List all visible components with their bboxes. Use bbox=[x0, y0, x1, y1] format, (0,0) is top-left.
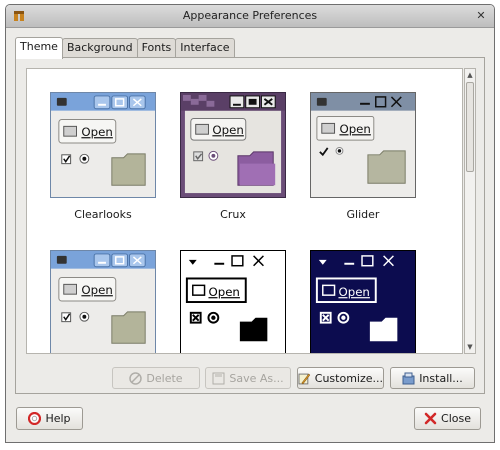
scroll-down-icon[interactable]: ▼ bbox=[465, 341, 475, 353]
tab-interface[interactable]: Interface bbox=[175, 38, 235, 58]
appearance-preferences-window: Appearance Preferences ✕ Theme Backgroun… bbox=[5, 4, 495, 443]
close-button[interactable]: Close bbox=[414, 407, 481, 430]
theme-preview-glider: Open bbox=[310, 92, 416, 198]
titlebar[interactable]: Appearance Preferences ✕ bbox=[6, 5, 494, 28]
theme-preview-clearlooks: Open bbox=[50, 92, 156, 198]
tab-background[interactable]: Background bbox=[61, 38, 138, 58]
tab-fonts[interactable]: Fonts bbox=[136, 38, 177, 58]
open-label: Open bbox=[339, 122, 370, 136]
install-label: Install... bbox=[419, 371, 463, 385]
theme-name-crux: Crux bbox=[220, 208, 246, 221]
theme-name-clearlooks: Clearlooks bbox=[74, 208, 132, 221]
install-button[interactable]: Install... bbox=[390, 367, 475, 389]
gallery-scrollbar[interactable]: ▲ ▼ bbox=[464, 68, 476, 354]
open-label: Open bbox=[212, 123, 243, 137]
tab-bar: Theme Background Fonts Interface bbox=[15, 37, 235, 59]
close-icon bbox=[424, 412, 437, 425]
open-label: Open bbox=[81, 125, 112, 139]
open-label: Open bbox=[81, 283, 112, 297]
close-label: Close bbox=[441, 412, 471, 425]
save-icon bbox=[212, 372, 225, 384]
delete-label: Delete bbox=[146, 371, 183, 385]
tab-theme[interactable]: Theme bbox=[15, 37, 63, 59]
open-label: Open bbox=[208, 285, 239, 299]
window-close-icon[interactable]: ✕ bbox=[474, 9, 488, 23]
save-as-label: Save As... bbox=[229, 371, 284, 385]
scroll-thumb[interactable] bbox=[466, 82, 474, 172]
theme-preview-5: Open bbox=[180, 250, 286, 353]
theme-preview-6: Open bbox=[310, 250, 416, 353]
theme-gallery: Open Clearlooks Open Crux Open Glider Op… bbox=[26, 68, 463, 354]
customize-icon bbox=[298, 373, 311, 384]
theme-preview-4: Open bbox=[50, 250, 156, 353]
customize-label: Customize... bbox=[314, 371, 383, 385]
delete-button[interactable]: Delete bbox=[112, 367, 200, 389]
open-label: Open bbox=[338, 285, 369, 299]
scroll-up-icon[interactable]: ▲ bbox=[465, 69, 475, 81]
install-icon bbox=[402, 372, 415, 384]
window-title: Appearance Preferences bbox=[182, 9, 318, 22]
save-as-button[interactable]: Save As... bbox=[205, 367, 291, 389]
delete-icon bbox=[129, 371, 143, 385]
theme-name-glider: Glider bbox=[346, 208, 380, 221]
theme-tab-panel: Open Clearlooks Open Crux Open Glider Op… bbox=[15, 57, 485, 394]
help-button[interactable]: Help bbox=[16, 407, 83, 430]
help-label: Help bbox=[45, 412, 71, 425]
lifebuoy-icon bbox=[28, 412, 42, 425]
customize-button[interactable]: Customize... bbox=[297, 367, 384, 389]
theme-preview-crux: Open bbox=[180, 92, 286, 198]
